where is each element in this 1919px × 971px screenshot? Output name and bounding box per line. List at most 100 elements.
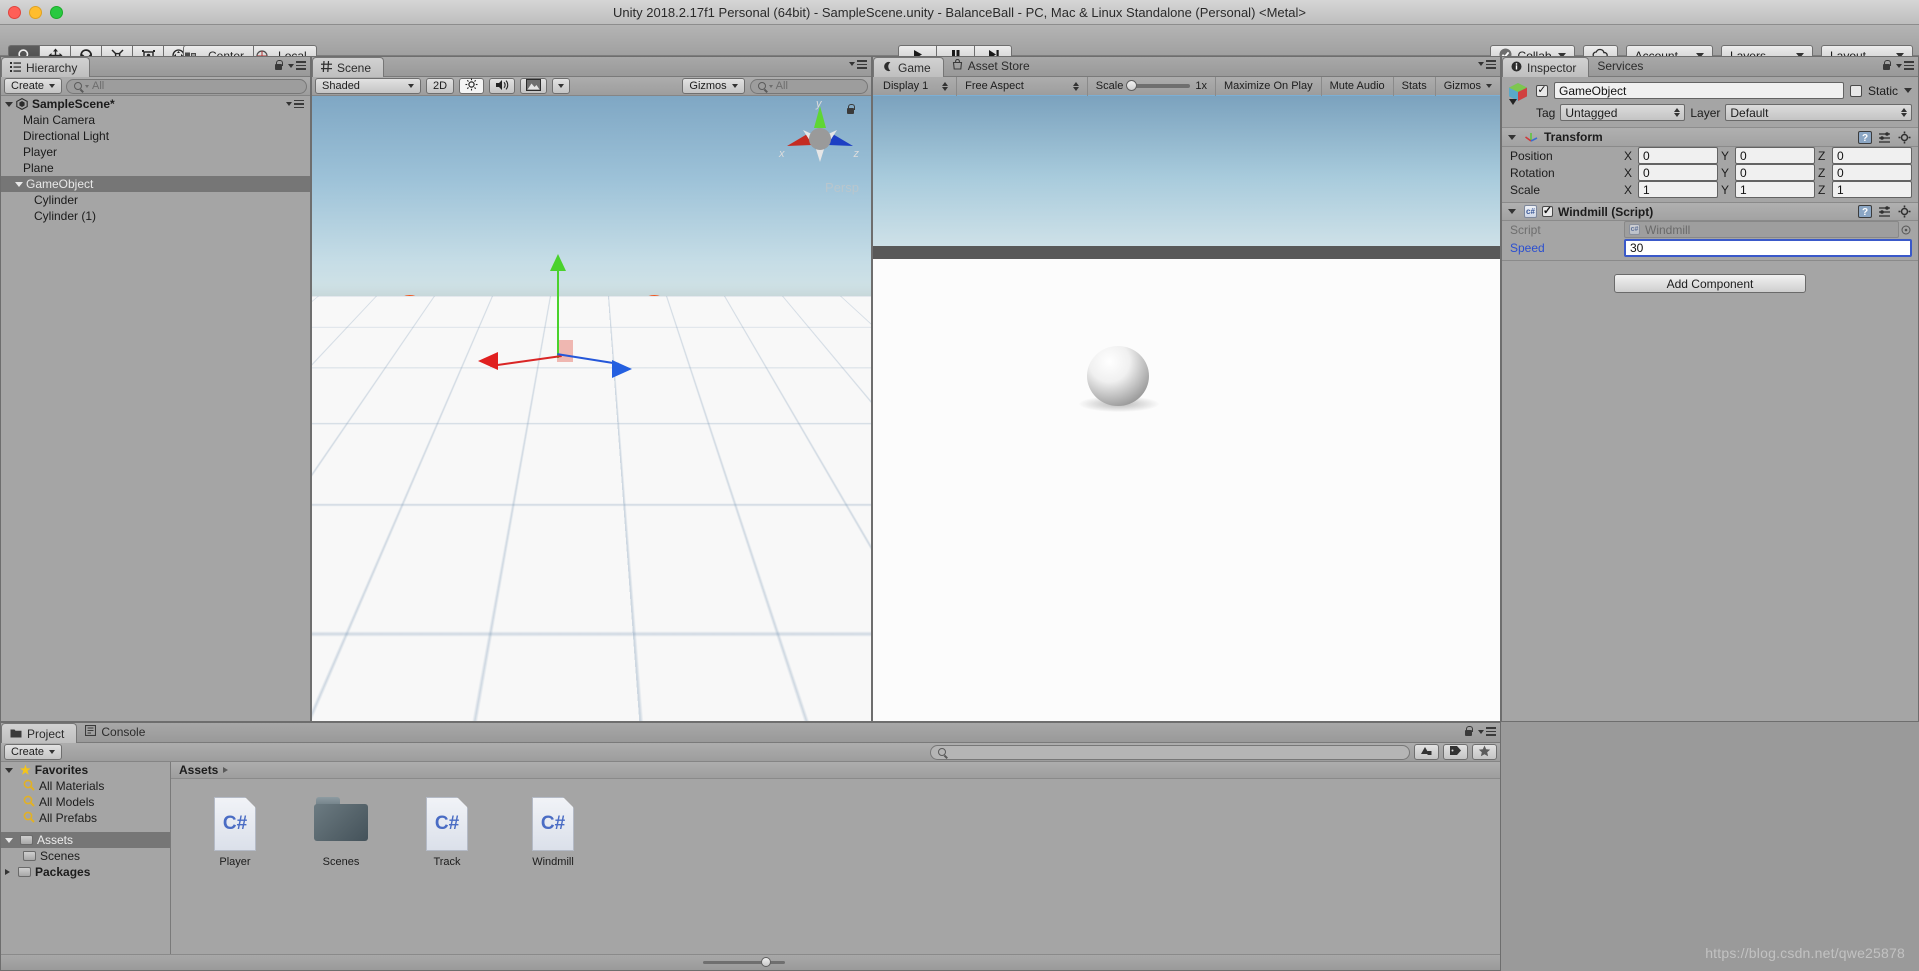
game-stats-toggle[interactable]: Stats bbox=[1394, 76, 1436, 96]
scale-x-input[interactable]: 1 bbox=[1638, 181, 1718, 198]
gameobject-enabled-checkbox[interactable] bbox=[1536, 84, 1548, 97]
tab-services[interactable]: Services bbox=[1589, 56, 1655, 76]
filter-by-type-button[interactable] bbox=[1414, 744, 1439, 760]
scale-slider-track[interactable] bbox=[1126, 80, 1191, 91]
gizmo-plane-x[interactable] bbox=[557, 340, 573, 362]
expand-arrow-icon[interactable] bbox=[5, 837, 13, 843]
scale-vector[interactable]: X 1 Y 1 Z 1 bbox=[1624, 181, 1912, 198]
preset-icon[interactable] bbox=[1878, 131, 1892, 144]
gizmo-axis-y-arrow[interactable] bbox=[550, 254, 566, 271]
project-tree-favorites[interactable]: ★ Favorites bbox=[1, 762, 170, 778]
hierarchy-item-gameobject[interactable]: GameObject bbox=[1, 176, 310, 192]
layer-dropdown[interactable]: Default bbox=[1725, 104, 1912, 121]
object-picker-icon[interactable] bbox=[1899, 225, 1912, 235]
expand-arrow-icon[interactable] bbox=[5, 767, 13, 773]
project-contents[interactable]: Assets C# Player Scenes C# Track C# Wind… bbox=[171, 762, 1500, 970]
windmill-enabled-checkbox[interactable] bbox=[1542, 206, 1553, 217]
asset-item[interactable]: C# Track bbox=[411, 797, 483, 868]
gear-icon[interactable] bbox=[1898, 131, 1912, 144]
position-y-input[interactable]: 0 bbox=[1735, 147, 1815, 164]
lock-icon[interactable] bbox=[1882, 60, 1891, 71]
tab-scene[interactable]: Scene bbox=[312, 57, 385, 77]
transform-header-actions[interactable]: ? bbox=[1858, 130, 1912, 144]
scene-perspective-label[interactable]: Persp bbox=[825, 180, 859, 195]
game-mute-toggle[interactable]: Mute Audio bbox=[1322, 76, 1394, 96]
static-checkbox[interactable] bbox=[1849, 84, 1862, 97]
gear-icon[interactable] bbox=[1898, 205, 1912, 218]
gameobject-name-input[interactable]: GameObject bbox=[1554, 82, 1844, 99]
scene-fx-caret[interactable] bbox=[552, 78, 571, 94]
close-button[interactable] bbox=[8, 6, 21, 19]
panel-menu-icon[interactable] bbox=[1478, 727, 1496, 736]
hierarchy-create-button[interactable]: Create bbox=[4, 78, 63, 94]
expand-arrow-icon[interactable] bbox=[15, 181, 23, 187]
hierarchy-item[interactable]: Player bbox=[1, 144, 310, 160]
gizmo-axis-y[interactable] bbox=[557, 266, 559, 358]
rotation-y-input[interactable]: 0 bbox=[1735, 164, 1815, 181]
asset-zoom-slider[interactable] bbox=[702, 957, 785, 967]
hierarchy-item[interactable]: Plane bbox=[1, 160, 310, 176]
project-tree-assets[interactable]: Assets bbox=[1, 832, 170, 848]
lock-icon[interactable] bbox=[1464, 726, 1473, 737]
asset-item[interactable]: C# Player bbox=[199, 797, 271, 868]
position-z-input[interactable]: 0 bbox=[1832, 147, 1912, 164]
project-tree-item[interactable]: All Materials bbox=[1, 778, 170, 794]
project-tree-item[interactable]: All Models bbox=[1, 794, 170, 810]
project-tree-item[interactable]: All Prefabs bbox=[1, 810, 170, 826]
project-tree-packages[interactable]: Packages bbox=[1, 864, 170, 880]
filter-by-label-button[interactable] bbox=[1443, 744, 1468, 760]
panel-menu-icon[interactable] bbox=[1896, 61, 1914, 70]
game-maximize-toggle[interactable]: Maximize On Play bbox=[1216, 76, 1322, 96]
breadcrumb[interactable]: Assets bbox=[171, 762, 1500, 779]
panel-menu-icon[interactable] bbox=[288, 61, 306, 70]
scene-gizmo-lock-icon[interactable] bbox=[846, 104, 855, 115]
scene-shading-dropdown[interactable]: Shaded bbox=[315, 78, 421, 94]
hierarchy-tree[interactable]: SampleScene* Main Camera Directional Lig… bbox=[1, 96, 310, 721]
selected-windmill-object[interactable] bbox=[382, 254, 732, 428]
tab-console[interactable]: Console bbox=[77, 722, 157, 742]
hierarchy-item[interactable]: Directional Light bbox=[1, 128, 310, 144]
game-display-dropdown[interactable]: Display 1 bbox=[875, 76, 958, 96]
project-create-button[interactable]: Create bbox=[4, 744, 63, 760]
asset-item[interactable]: Scenes bbox=[305, 797, 377, 868]
scale-y-input[interactable]: 1 bbox=[1735, 181, 1815, 198]
scene-menu-icon[interactable] bbox=[286, 99, 304, 109]
script-object-field[interactable]: c# Windmill bbox=[1624, 221, 1899, 238]
hierarchy-item[interactable]: Cylinder (1) bbox=[1, 208, 310, 224]
game-tab-actions[interactable] bbox=[1478, 60, 1496, 69]
expand-arrow-icon[interactable] bbox=[5, 869, 10, 875]
project-tree[interactable]: ★ Favorites All Materials All Models All… bbox=[1, 762, 171, 970]
hierarchy-item[interactable]: Cylinder bbox=[1, 192, 310, 208]
tag-dropdown[interactable]: Untagged bbox=[1560, 104, 1686, 121]
maximize-button[interactable] bbox=[50, 6, 63, 19]
project-tab-actions[interactable] bbox=[1464, 726, 1496, 737]
game-scale-slider[interactable]: Scale 1x bbox=[1088, 76, 1216, 96]
favorites-filter-button[interactable] bbox=[1472, 744, 1497, 760]
position-x-input[interactable]: 0 bbox=[1638, 147, 1718, 164]
lock-icon[interactable] bbox=[274, 60, 283, 71]
scene-audio-toggle[interactable] bbox=[489, 78, 516, 94]
hierarchy-search-input[interactable]: All bbox=[66, 78, 307, 94]
project-search-input[interactable] bbox=[930, 744, 1410, 760]
gizmo-axis-z-arrow[interactable] bbox=[612, 360, 632, 378]
transform-component-header[interactable]: Transform ? bbox=[1502, 128, 1918, 147]
game-aspect-dropdown[interactable]: Free Aspect bbox=[957, 76, 1088, 96]
help-icon[interactable]: ? bbox=[1858, 130, 1872, 144]
hierarchy-scene-row[interactable]: SampleScene* bbox=[1, 96, 310, 112]
panel-menu-icon[interactable] bbox=[849, 60, 867, 69]
game-viewport[interactable] bbox=[873, 96, 1500, 721]
panel-menu-icon[interactable] bbox=[1478, 60, 1496, 69]
expand-arrow-icon[interactable] bbox=[1508, 209, 1516, 214]
asset-item[interactable]: C# Windmill bbox=[517, 797, 589, 868]
scene-2d-toggle[interactable]: 2D bbox=[426, 78, 455, 94]
scene-lighting-toggle[interactable] bbox=[459, 78, 485, 94]
tab-inspector[interactable]: Inspector bbox=[1502, 57, 1590, 77]
tab-game[interactable]: Game bbox=[873, 57, 944, 77]
minimize-button[interactable] bbox=[29, 6, 42, 19]
gizmo-axis-x-arrow[interactable] bbox=[478, 352, 498, 370]
scene-gizmos-dropdown[interactable]: Gizmos bbox=[682, 78, 745, 94]
scene-tab-actions[interactable] bbox=[849, 60, 867, 69]
expand-arrow-icon[interactable] bbox=[1508, 134, 1516, 140]
scene-fx-dropdown[interactable] bbox=[520, 78, 548, 94]
asset-grid[interactable]: C# Player Scenes C# Track C# Windmill bbox=[171, 779, 1500, 868]
